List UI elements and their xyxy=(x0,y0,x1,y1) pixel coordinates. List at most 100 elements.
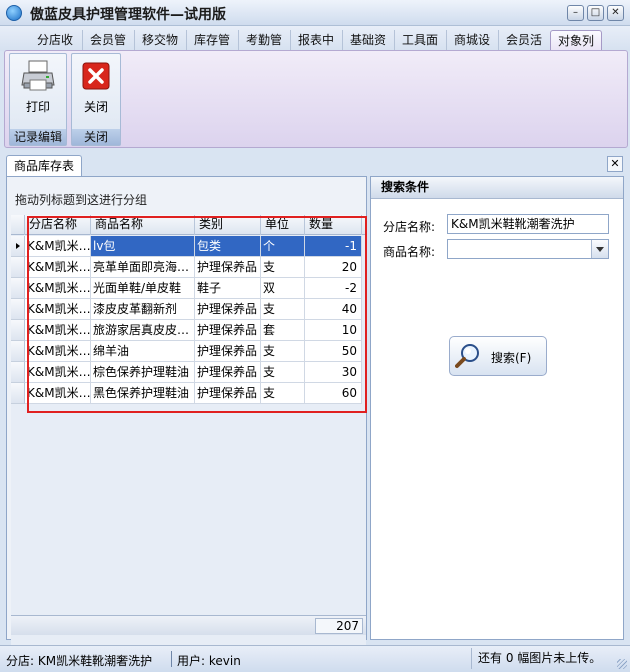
product-name-label: 商品名称: xyxy=(383,245,436,259)
tab-mall-settings[interactable]: 商城设 xyxy=(446,30,497,51)
column-header-branch[interactable]: 分店名称 xyxy=(25,215,91,235)
cell-product[interactable]: 绵羊油 xyxy=(91,341,195,362)
print-button[interactable]: 打印 xyxy=(12,56,64,130)
table-row[interactable]: K&M凯米… lv包 包类个 -1 xyxy=(11,236,366,257)
chevron-down-icon xyxy=(596,247,604,252)
cell-category[interactable]: 护理保养品 xyxy=(195,320,261,341)
close-window-button[interactable]: ✕ xyxy=(607,5,624,21)
row-indicator[interactable] xyxy=(11,320,25,341)
cell-product[interactable]: 光面单鞋/单皮鞋 xyxy=(91,278,195,299)
cell-quantity[interactable]: 20 xyxy=(305,257,362,278)
row-indicator[interactable] xyxy=(11,236,25,257)
cell-product[interactable]: 棕色保养护理鞋油 xyxy=(91,362,195,383)
cell-quantity[interactable]: 30 xyxy=(305,362,362,383)
combo-dropdown-button[interactable] xyxy=(591,240,608,258)
cell-unit[interactable]: 支 xyxy=(261,257,305,278)
tab-member-activities[interactable]: 会员活 xyxy=(498,30,549,51)
cell-branch[interactable]: K&M凯米… xyxy=(25,299,91,320)
cell-quantity[interactable]: 50 xyxy=(305,341,362,362)
resize-grip-icon[interactable] xyxy=(617,659,627,669)
cell-unit[interactable]: 双 xyxy=(261,278,305,299)
cell-product[interactable]: 亮革单面即亮海… xyxy=(91,257,195,278)
cell-category[interactable]: 鞋子 xyxy=(195,278,261,299)
tab-reports[interactable]: 报表中 xyxy=(290,30,341,51)
cell-unit[interactable]: 支 xyxy=(261,362,305,383)
row-indicator[interactable] xyxy=(11,257,25,278)
cell-unit[interactable]: 支 xyxy=(261,383,305,404)
cell-unit[interactable]: 支 xyxy=(261,341,305,362)
cell-product[interactable]: 漆皮皮革翻新剂 xyxy=(91,299,195,320)
main-tab-strip: 分店收 会员管 移交物 库存管 考勤管 报表中 基础资 工具面 商城设 会员活 … xyxy=(0,26,630,51)
search-button-label: 搜索(F) xyxy=(491,351,532,365)
cell-product[interactable]: 黑色保养护理鞋油 xyxy=(91,383,195,404)
tab-branch-cashier[interactable]: 分店收 xyxy=(30,30,80,51)
cell-unit[interactable]: 支 xyxy=(261,299,305,320)
tab-attendance[interactable]: 考勤管 xyxy=(238,30,289,51)
tab-tools[interactable]: 工具面 xyxy=(394,30,445,51)
column-header-category[interactable]: 类别 xyxy=(195,215,261,235)
row-indicator[interactable] xyxy=(11,278,25,299)
cell-quantity[interactable]: 10 xyxy=(305,320,362,341)
row-indicator[interactable] xyxy=(11,362,25,383)
table-row[interactable]: K&M凯米… 黑色保养护理鞋油 护理保养品支 60 xyxy=(11,383,366,404)
quantity-total: 207 xyxy=(315,618,363,634)
minimize-button[interactable]: – xyxy=(567,5,584,21)
table-row[interactable]: K&M凯米… 旅游家居真皮皮… 护理保养品套 10 xyxy=(11,320,366,341)
cell-category[interactable]: 包类 xyxy=(195,236,261,257)
close-button[interactable]: 关闭 xyxy=(72,56,120,130)
document-tab-inventory[interactable]: 商品库存表 xyxy=(6,155,82,176)
window-title: 傲蓝皮具护理管理软件—试用版 xyxy=(30,7,226,23)
cell-branch[interactable]: K&M凯米… xyxy=(25,236,91,257)
table-row[interactable]: K&M凯米… 光面单鞋/单皮鞋 鞋子双 -2 xyxy=(11,278,366,299)
close-document-icon[interactable]: ✕ xyxy=(607,156,623,172)
tab-inventory[interactable]: 库存管 xyxy=(186,30,237,51)
cell-category[interactable]: 护理保养品 xyxy=(195,257,261,278)
cell-quantity[interactable]: -1 xyxy=(305,236,362,257)
inventory-grid-panel: 拖动列标题到这进行分组 分店名称 商品名称 类别 单位 数量 K&M凯米… lv包… xyxy=(6,176,367,651)
ribbon-group-close: 关闭 关闭 xyxy=(71,53,121,146)
cell-branch[interactable]: K&M凯米… xyxy=(25,257,91,278)
tab-basic-data[interactable]: 基础资 xyxy=(342,30,393,51)
tab-object-list[interactable]: 对象列 xyxy=(550,30,603,51)
cell-product[interactable]: lv包 xyxy=(91,236,195,257)
current-row-arrow-icon xyxy=(16,243,20,249)
cell-unit[interactable]: 套 xyxy=(261,320,305,341)
cell-category[interactable]: 护理保养品 xyxy=(195,341,261,362)
ribbon-group-label-record-edit: 记录编辑 xyxy=(10,129,66,145)
cell-category[interactable]: 护理保养品 xyxy=(195,383,261,404)
product-name-combo[interactable] xyxy=(447,239,609,259)
table-row[interactable]: K&M凯米… 漆皮皮革翻新剂 护理保养品支 40 xyxy=(11,299,366,320)
cell-branch[interactable]: K&M凯米… xyxy=(25,320,91,341)
cell-branch[interactable]: K&M凯米… xyxy=(25,278,91,299)
column-header-product[interactable]: 商品名称 xyxy=(91,215,195,235)
column-header-quantity[interactable]: 数量 xyxy=(305,215,362,235)
table-row[interactable]: K&M凯米… 亮革单面即亮海… 护理保养品支 20 xyxy=(11,257,366,278)
tab-handover[interactable]: 移交物 xyxy=(134,30,185,51)
cell-quantity[interactable]: 40 xyxy=(305,299,362,320)
table-row[interactable]: K&M凯米… 绵羊油 护理保养品支 50 xyxy=(11,341,366,362)
inventory-grid: 分店名称 商品名称 类别 单位 数量 K&M凯米… lv包 包类个 -1 K&M凯米… 亮… xyxy=(11,215,366,651)
row-indicator[interactable] xyxy=(11,299,25,320)
cell-product[interactable]: 旅游家居真皮皮… xyxy=(91,320,195,341)
row-indicator[interactable] xyxy=(11,341,25,362)
table-row[interactable]: K&M凯米… 棕色保养护理鞋油 护理保养品支 30 xyxy=(11,362,366,383)
cell-category[interactable]: 护理保养品 xyxy=(195,362,261,383)
branch-name-field[interactable]: K&M凯米鞋靴潮奢洗护 xyxy=(447,214,609,234)
title-bar: 傲蓝皮具护理管理软件—试用版 – □ ✕ xyxy=(0,0,630,26)
status-user: 用户: kevin xyxy=(177,654,241,668)
row-indicator[interactable] xyxy=(11,383,25,404)
cell-branch[interactable]: K&M凯米… xyxy=(25,383,91,404)
column-header-unit[interactable]: 单位 xyxy=(261,215,305,235)
cell-quantity[interactable]: -2 xyxy=(305,278,362,299)
search-button[interactable]: 搜索(F) xyxy=(449,336,547,376)
tab-member-management[interactable]: 会员管 xyxy=(82,30,133,51)
app-logo-icon xyxy=(6,5,22,21)
cell-quantity[interactable]: 60 xyxy=(305,383,362,404)
maximize-button[interactable]: □ xyxy=(587,5,604,21)
cell-category[interactable]: 护理保养品 xyxy=(195,299,261,320)
ribbon-group-record-edit: 打印 记录编辑 xyxy=(9,53,67,146)
cell-branch[interactable]: K&M凯米… xyxy=(25,362,91,383)
ribbon-group-label-close: 关闭 xyxy=(72,129,120,145)
cell-unit[interactable]: 个 xyxy=(261,236,305,257)
cell-branch[interactable]: K&M凯米… xyxy=(25,341,91,362)
